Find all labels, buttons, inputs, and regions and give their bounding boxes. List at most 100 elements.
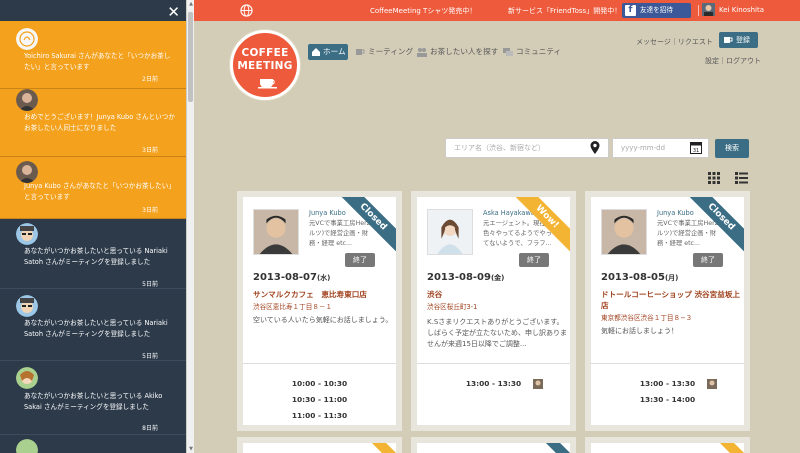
divider	[417, 363, 570, 364]
friendtoss-news-link[interactable]: 新サービス「FriendToss」開発中！	[508, 6, 621, 16]
user-avatar	[16, 223, 38, 245]
notification-text: あなたがいつかお茶したいと思っている Nariaki Satoh さんがミーティ…	[24, 319, 168, 338]
nav-meeting-label: ミーティング	[368, 47, 414, 56]
notification-text: おめでとうございます！Junya Kubo さんといつかお茶したい人同士になりま…	[24, 113, 175, 132]
grid-view-icon[interactable]	[708, 172, 720, 184]
facebook-icon: f	[625, 5, 636, 16]
notification-item[interactable]: あなたがいつかお茶したいと思っている Nariaki Satoh さんがミーティ…	[0, 219, 186, 289]
settings-logout-links[interactable]: 設定｜ログアウト	[705, 56, 761, 66]
participant-avatar[interactable]	[707, 379, 717, 389]
notification-text: Junya Kubo さんがあなたと「いつかお茶したい」と言っています	[24, 182, 175, 201]
coffee-cup-icon	[258, 79, 277, 89]
notification-item[interactable]: あなたがいつかお茶したいと思っている Akiko Sakai さんがミーティング…	[0, 361, 186, 435]
user-photo	[601, 209, 647, 255]
notification-item[interactable]	[0, 435, 186, 453]
meeting-card[interactable]	[237, 437, 402, 453]
card-day-of-week: (金)	[490, 274, 505, 282]
coffeemeeting-logo[interactable]: COFFEE MEETING	[230, 30, 300, 100]
nav-find-label: お茶したい人を探す	[430, 47, 499, 56]
closed-ribbon	[540, 443, 570, 453]
notification-time: 5日前	[142, 281, 158, 288]
meeting-card[interactable]: Aska Hayakawa 元エージェント。現在は色々やってるようでやってないよ…	[411, 191, 576, 431]
user-avatar	[16, 161, 38, 183]
wow-ribbon	[366, 443, 396, 453]
card-place[interactable]: 渋谷	[427, 289, 570, 300]
time-slot[interactable]: 13:00 - 13:30	[591, 379, 744, 388]
notification-time: 5日前	[142, 353, 158, 360]
notification-item[interactable]: あなたがいつかお茶したいと思っている Nariaki Satoh さんがミーティ…	[0, 289, 186, 361]
location-pin-icon[interactable]	[590, 141, 600, 154]
notification-text: Yoichiro Sakurai さんがあなたと「いつかお茶したい」と言っていま…	[24, 52, 171, 71]
divider	[243, 363, 396, 364]
nav-meeting[interactable]: ミーティング	[355, 44, 413, 60]
notification-item[interactable]: Yoichiro Sakurai さんがあなたと「いつかお茶したい」と言っていま…	[0, 21, 186, 89]
card-address: 渋谷区桜丘町3-1	[427, 303, 478, 311]
time-slot[interactable]: 13:00 - 13:30	[417, 379, 570, 388]
card-username[interactable]: Junya Kubo	[309, 209, 346, 217]
notification-time: 3日前	[142, 147, 158, 154]
notification-item[interactable]: おめでとうございます！Junya Kubo さんといつかお茶したい人同士になりま…	[0, 89, 186, 157]
nav-community[interactable]: コミュニティ	[503, 44, 561, 60]
user-photo	[253, 209, 299, 255]
time-slot[interactable]: 10:00 - 10:30	[243, 379, 396, 388]
scroll-down-icon[interactable]: ▼	[187, 445, 195, 453]
search-button[interactable]: 検索	[715, 139, 749, 158]
time-slot[interactable]: 10:30 - 11:00	[243, 395, 396, 404]
notification-time: 8日前	[142, 425, 158, 432]
card-place[interactable]: ドトールコーヒーショップ 渋谷宮益坂上店	[601, 289, 744, 311]
calendar-icon[interactable]: 31	[690, 141, 702, 154]
card-username[interactable]: Aska Hayakawa	[483, 209, 535, 217]
register-button[interactable]: 登録	[719, 32, 758, 48]
ended-button[interactable]: 終了	[693, 253, 723, 267]
area-search-input[interactable]: エリア名（渋谷、新宿など）	[445, 138, 609, 158]
facebook-invite-button[interactable]: f 友達を招待	[622, 3, 691, 18]
card-place[interactable]: サンマルクカフェ 恵比寿東口店	[253, 289, 396, 300]
time-slot[interactable]: 11:00 - 11:30	[243, 411, 396, 420]
card-message: 気軽にお話しましょう！	[601, 327, 678, 335]
time-slot[interactable]: 13:30 - 14:00	[591, 395, 744, 404]
logo-text: MEETING	[237, 60, 293, 72]
user-avatar	[16, 439, 38, 453]
globe-icon[interactable]	[240, 4, 253, 17]
nav-find-people[interactable]: お茶したい人を探す	[417, 44, 498, 60]
notification-item[interactable]: Junya Kubo さんがあなたと「いつかお茶したい」と言っています 3日前	[0, 157, 186, 219]
scroll-thumb[interactable]	[188, 12, 193, 102]
svg-text:31: 31	[693, 148, 699, 154]
top-bar: CoffeeMeeting Tシャツ発売中！ 新サービス「FriendToss」…	[194, 0, 800, 21]
coffee-cup-icon	[356, 49, 365, 55]
username-link[interactable]: Kei Kinoshita	[719, 6, 764, 14]
notification-text: あなたがいつかお茶したいと思っている Nariaki Satoh さんがミーティ…	[24, 247, 168, 266]
meeting-card[interactable]: Junya Kubo 元VCで事業工房Herz(ヘルツ)で経営企画・財務・経理 …	[237, 191, 402, 431]
card-date: 2013-08-05(月)	[601, 272, 678, 283]
ended-button[interactable]: 終了	[519, 253, 549, 267]
coffee-cup-icon	[724, 37, 733, 43]
user-avatar	[16, 295, 38, 317]
card-address: 東京都渋谷区渋谷１丁目８−３	[601, 314, 693, 322]
facebook-invite-label: 友達を招待	[640, 6, 673, 14]
register-label: 登録	[736, 36, 750, 44]
participant-avatar[interactable]	[533, 379, 543, 389]
divider	[591, 363, 744, 364]
card-date: 2013-08-09(金)	[427, 272, 504, 283]
ended-button[interactable]: 終了	[345, 253, 375, 267]
nav-home[interactable]: ホーム	[308, 44, 348, 60]
people-icon	[417, 48, 427, 57]
tshirt-news-link[interactable]: CoffeeMeeting Tシャツ発売中！	[370, 6, 476, 16]
meeting-card[interactable]	[411, 437, 576, 453]
card-date-value: 2013-08-07	[253, 272, 317, 283]
card-username[interactable]: Junya Kubo	[657, 209, 694, 217]
user-avatar	[16, 89, 38, 111]
card-day-of-week: (水)	[316, 274, 331, 282]
user-avatar[interactable]	[702, 3, 715, 16]
notification-scrollbar[interactable]: ▲ ▼	[186, 0, 194, 453]
user-photo	[427, 209, 473, 255]
meeting-card[interactable]: Junya Kubo 元VCで事業工房Herz(ヘルツ)で経営企画・財務・経理 …	[585, 191, 750, 431]
card-message: 空いている人いたら気軽にお話しましょう。	[253, 316, 393, 324]
message-request-links[interactable]: メッセージ｜リクエスト	[636, 37, 713, 47]
wow-ribbon	[714, 443, 744, 453]
divider	[698, 5, 699, 16]
list-view-icon[interactable]	[735, 172, 748, 184]
meeting-card[interactable]	[585, 437, 750, 453]
close-icon[interactable]: ✕	[167, 4, 180, 20]
user-avatar	[16, 28, 38, 50]
